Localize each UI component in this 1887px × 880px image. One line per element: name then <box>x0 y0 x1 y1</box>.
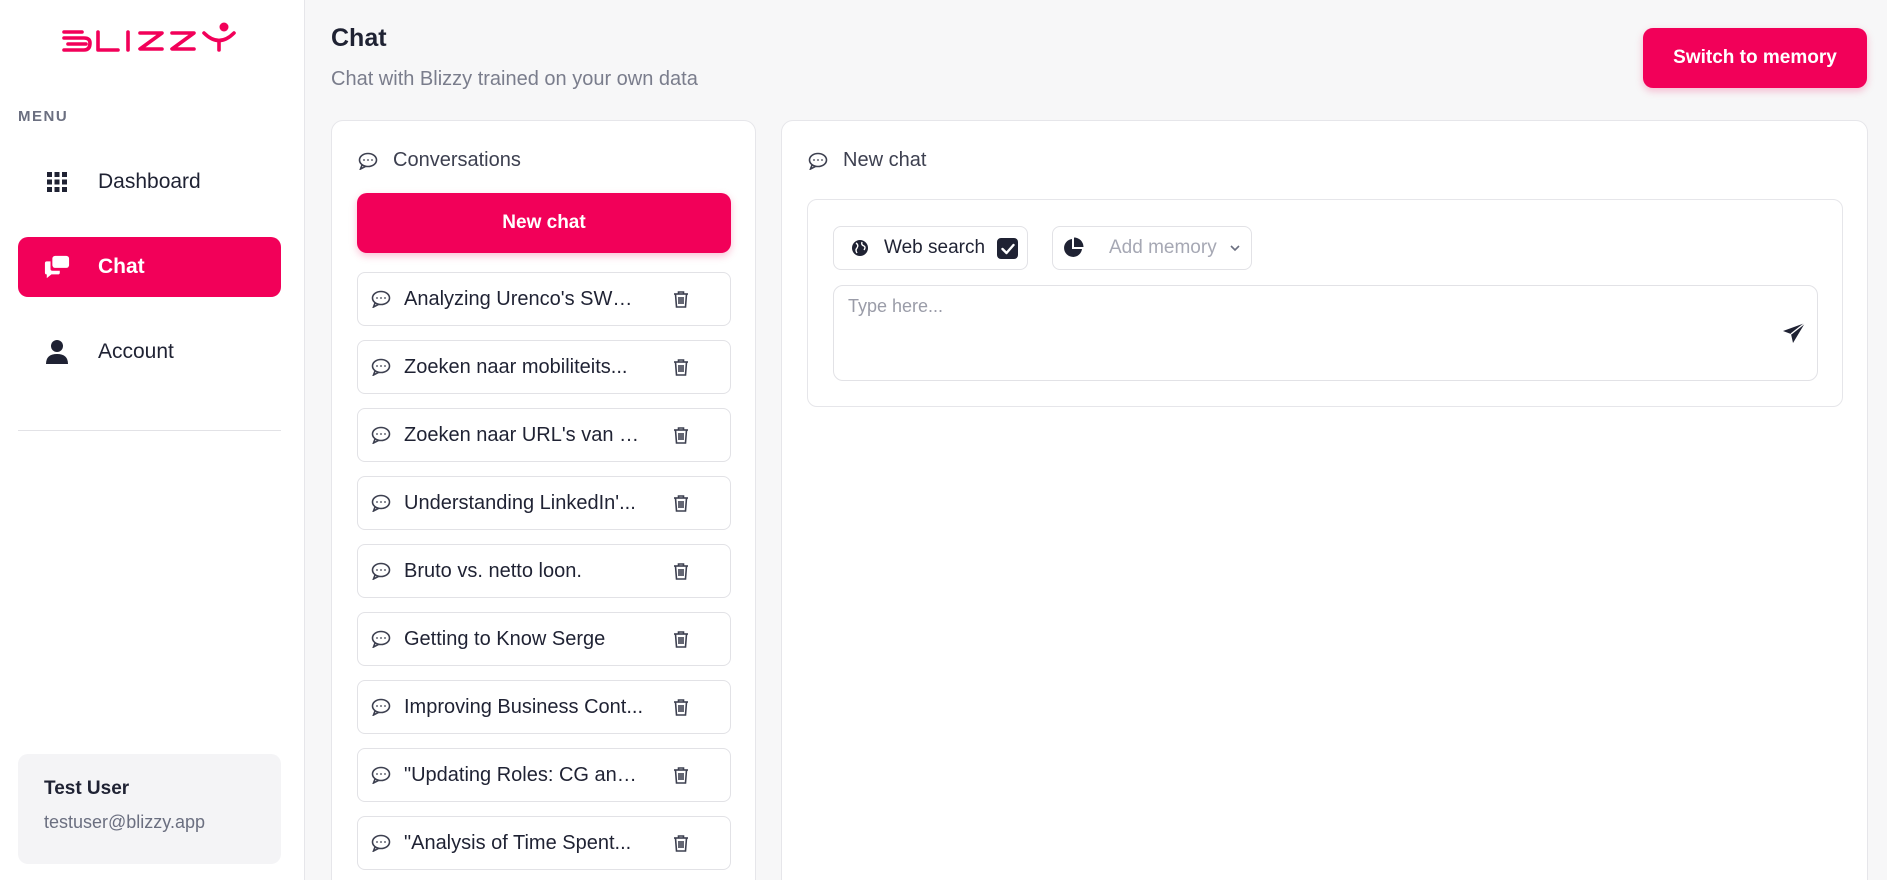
new-chat-button[interactable]: New chat <box>357 193 731 253</box>
menu-label: MENU <box>18 108 69 125</box>
add-memory-placeholder: Add memory <box>1109 237 1217 258</box>
conversation-item[interactable]: Analyzing Urenco's SWOT... <box>357 272 731 326</box>
conversation-title: "Analysis of Time Spent... <box>404 831 632 854</box>
sidebar-item-dashboard[interactable]: Dashboard <box>18 152 281 212</box>
user-icon <box>44 339 70 365</box>
chat-heading: New chat <box>843 149 927 171</box>
conversation-item[interactable]: Zoeken naar URL's van p... <box>357 408 731 462</box>
blizzy-logo[interactable] <box>60 22 242 56</box>
trash-icon[interactable] <box>670 424 692 446</box>
speech-bubble-icon <box>370 560 392 582</box>
conversation-title: Bruto vs. netto loon. <box>404 559 582 582</box>
conversations-panel: Conversations New chat Analyzing Urenco'… <box>331 120 756 880</box>
chevron-down-icon <box>1229 242 1241 254</box>
sidebar-item-account[interactable]: Account <box>18 322 281 382</box>
conversation-item[interactable]: Getting to Know Serge <box>357 612 731 666</box>
message-input[interactable] <box>834 286 1817 380</box>
conversation-list: Analyzing Urenco's SWOT... Zoeken naar mo… <box>357 272 731 880</box>
user-card[interactable]: Test User testuser@blizzy.app <box>18 754 281 864</box>
globe-icon <box>850 238 870 258</box>
conversation-item[interactable]: Bruto vs. netto loon. <box>357 544 731 598</box>
conversation-item[interactable]: "Analysis of Time Spent... <box>357 816 731 870</box>
web-search-label: Web search <box>884 237 986 258</box>
trash-icon[interactable] <box>670 356 692 378</box>
speech-bubble-icon <box>370 492 392 514</box>
user-email: testuser@blizzy.app <box>44 812 206 832</box>
add-memory-select[interactable]: Add memory <box>1052 226 1252 270</box>
speech-bubble-icon <box>370 696 392 718</box>
message-box <box>833 285 1818 381</box>
trash-icon[interactable] <box>670 492 692 514</box>
conversation-title: Understanding LinkedIn'... <box>404 491 636 514</box>
conversation-title: Improving Business Cont... <box>404 695 643 718</box>
send-icon[interactable] <box>1781 320 1807 346</box>
trash-icon[interactable] <box>670 764 692 786</box>
speech-bubble-icon <box>370 288 392 310</box>
sidebar-item-label: Dashboard <box>98 170 201 193</box>
chat-header: New chat <box>807 149 926 172</box>
speech-bubble-icon <box>370 832 392 854</box>
user-name: Test User <box>44 778 130 799</box>
conversation-item[interactable]: Understanding LinkedIn'... <box>357 476 731 530</box>
web-search-toggle[interactable]: Web search <box>833 226 1028 270</box>
trash-icon[interactable] <box>670 832 692 854</box>
speech-bubble-icon <box>357 150 379 172</box>
conversation-title: Zoeken naar URL's van p... <box>404 423 644 446</box>
chat-composer: Web search Add memory <box>807 199 1843 407</box>
conversation-title: Analyzing Urenco's SWOT... <box>404 287 644 310</box>
speech-bubble-icon <box>370 424 392 446</box>
trash-icon[interactable] <box>670 696 692 718</box>
conversation-item[interactable]: "Updating Roles: CG and... <box>357 748 731 802</box>
conversations-heading: Conversations <box>393 149 521 171</box>
page-title: Chat <box>331 24 387 52</box>
chat-panel: New chat Web search Add memory Type here… <box>781 120 1868 880</box>
switch-to-memory-button[interactable]: Switch to memory <box>1643 28 1867 88</box>
trash-icon[interactable] <box>670 628 692 650</box>
sidebar-divider <box>18 430 281 431</box>
conversation-item[interactable]: Improving Business Cont... <box>357 680 731 734</box>
sidebar-item-label: Chat <box>98 255 145 278</box>
speech-bubble-icon <box>370 628 392 650</box>
sidebar: MENU Dashboard Chat Account Test User te… <box>0 0 305 880</box>
conversation-title: "Updating Roles: CG and... <box>404 763 644 786</box>
speech-bubble-icon <box>370 356 392 378</box>
sidebar-item-label: Account <box>98 340 174 363</box>
pie-chart-icon <box>1061 236 1085 260</box>
page-subtitle: Chat with Blizzy trained on your own dat… <box>331 68 698 90</box>
web-search-checkbox[interactable] <box>997 238 1018 259</box>
grid-icon <box>44 169 70 195</box>
checkmark-icon <box>1000 243 1015 254</box>
trash-icon[interactable] <box>670 288 692 310</box>
speech-bubble-icon <box>370 764 392 786</box>
chat-bubbles-icon <box>44 254 70 280</box>
conversation-title: Getting to Know Serge <box>404 627 606 650</box>
conversation-item[interactable]: Zoeken naar mobiliteits... <box>357 340 731 394</box>
sidebar-item-chat[interactable]: Chat <box>18 237 281 297</box>
trash-icon[interactable] <box>670 560 692 582</box>
conversations-header: Conversations <box>357 149 521 172</box>
conversation-title: Zoeken naar mobiliteits... <box>404 355 628 378</box>
speech-bubble-icon <box>807 150 829 172</box>
